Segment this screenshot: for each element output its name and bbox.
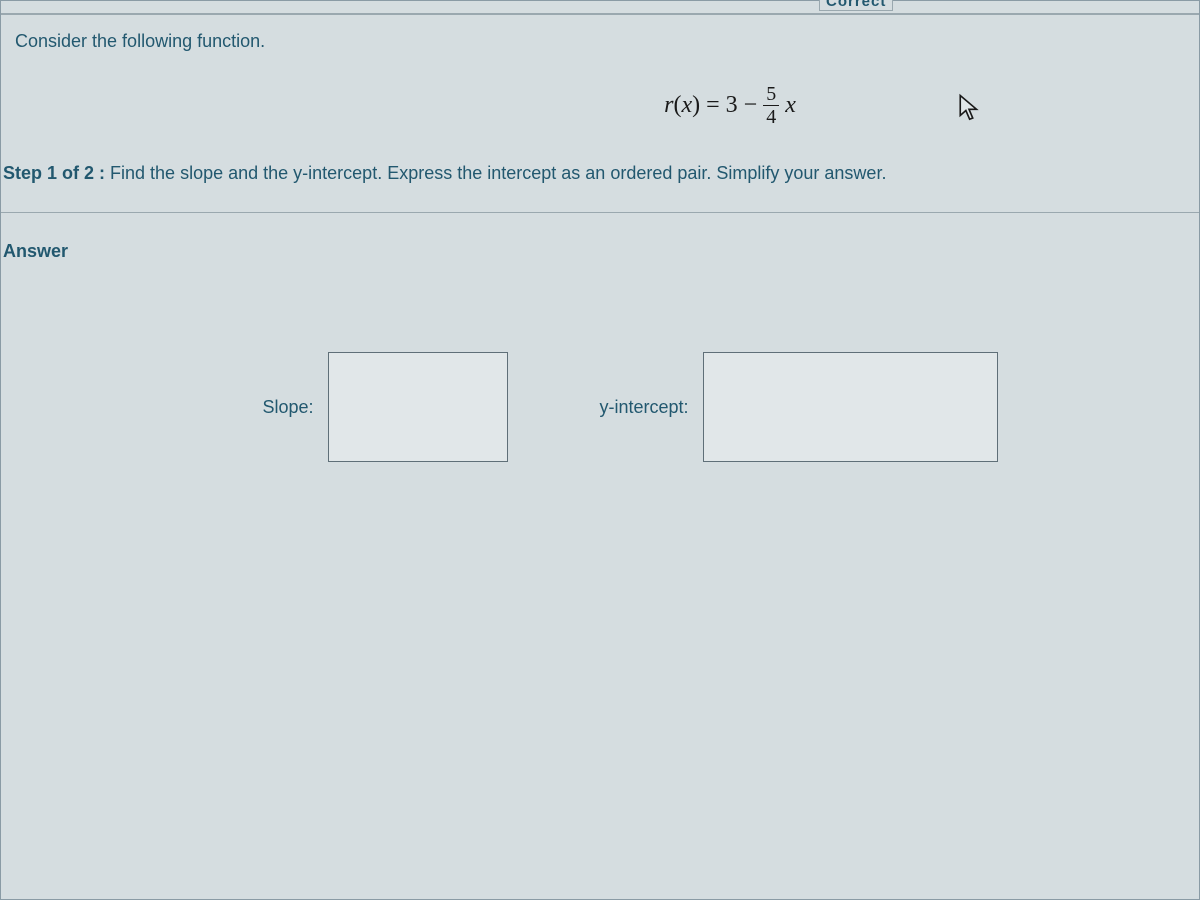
fraction-denominator: 4 (766, 106, 776, 127)
minus-sign: − (744, 92, 758, 119)
intercept-input[interactable] (703, 352, 998, 462)
answer-heading: Answer (1, 213, 1199, 262)
question-panel: Correct Consider the following function.… (0, 0, 1200, 900)
fraction: 5 4 (763, 84, 779, 127)
constant-term: 3 (726, 92, 738, 119)
status-badge: Correct (819, 0, 893, 11)
fraction-numerator: 5 (763, 84, 779, 106)
func-var: x (681, 92, 692, 118)
slope-input[interactable] (328, 352, 508, 462)
equation-display: r(x) = 3 − 5 4 x (131, 62, 1200, 153)
cursor-icon (956, 93, 982, 128)
equals-sign: = (706, 92, 720, 119)
step-text: Find the slope and the y-intercept. Expr… (110, 163, 886, 183)
slope-label: Slope: (262, 397, 313, 418)
step-instruction: Step 1 of 2 : Find the slope and the y-i… (1, 153, 1199, 212)
instruction-text: Consider the following function. (1, 1, 1199, 62)
answer-inputs-row: Slope: y-intercept: (1, 352, 1199, 462)
trailing-variable: x (785, 92, 796, 119)
top-divider (1, 13, 1199, 15)
paren-close: ) (692, 92, 700, 118)
equation-lhs: r(x) (664, 92, 700, 119)
step-label: Step 1 of 2 : (3, 163, 105, 183)
intercept-label: y-intercept: (600, 397, 689, 418)
